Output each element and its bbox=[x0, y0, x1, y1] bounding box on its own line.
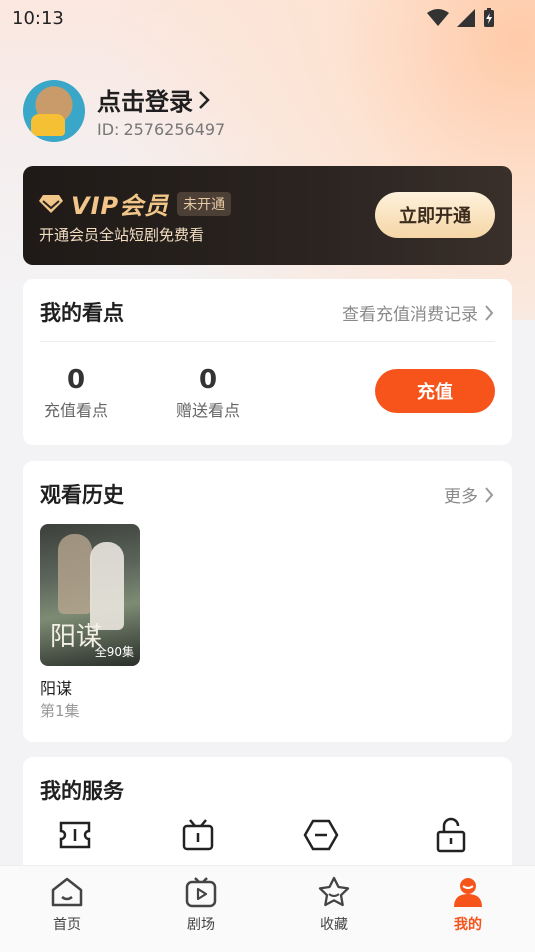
status-time: 10:13 bbox=[12, 8, 64, 29]
drama-episode: 第1集 bbox=[40, 702, 80, 720]
history-title: 观看历史 bbox=[40, 483, 124, 507]
tab-mine[interactable]: 我的 bbox=[428, 874, 508, 934]
vip-open-button[interactable]: 立即开通 bbox=[375, 192, 495, 238]
history-more-link[interactable]: 更多 bbox=[444, 482, 494, 507]
profile-icon bbox=[428, 874, 508, 910]
vip-title-row: VIP会员 未开通 bbox=[39, 186, 232, 221]
profile-header[interactable]: 点击登录 ID: 2576256497 bbox=[23, 80, 503, 142]
bottom-tab-bar: 首页 剧场 收藏 我的 bbox=[0, 865, 535, 952]
points-card: 我的看点 查看充值消费记录 0 充值看点 0 赠送看点 充值 bbox=[23, 279, 512, 445]
tab-home[interactable]: 首页 bbox=[27, 874, 107, 934]
tab-theater-label: 剧场 bbox=[187, 917, 215, 933]
battery-icon bbox=[484, 8, 494, 27]
recharge-points-value: 0 bbox=[66, 365, 86, 395]
tab-favorites[interactable]: 收藏 bbox=[294, 874, 374, 934]
history-card: 观看历史 更多 阳谋 全90集 阳谋 第1集 bbox=[23, 461, 512, 742]
chevron-right-icon bbox=[485, 486, 494, 503]
minus-badge-icon[interactable] bbox=[301, 815, 341, 855]
history-more-label[interactable]: 更多 bbox=[444, 482, 478, 507]
drama-title[interactable]: 阳谋 bbox=[40, 675, 72, 699]
login-link[interactable]: 点击登录 bbox=[97, 82, 211, 117]
status-bar: 10:13 bbox=[0, 0, 535, 36]
recharge-points-stat: 0 充值看点 bbox=[31, 365, 121, 421]
header-background bbox=[0, 0, 535, 320]
records-link-label[interactable]: 查看充值消费记录 bbox=[342, 300, 478, 325]
vip-banner[interactable]: VIP会员 未开通 开通会员全站短剧免费看 立即开通 bbox=[23, 166, 512, 265]
points-title: 我的看点 bbox=[40, 301, 124, 325]
signal-icon bbox=[457, 9, 475, 27]
ticket-icon[interactable] bbox=[55, 815, 95, 855]
vip-title: VIP会员 bbox=[71, 192, 170, 220]
episode-count-badge: 全90集 bbox=[94, 645, 134, 659]
vip-status-badge: 未开通 bbox=[177, 191, 232, 216]
vip-description: 开通会员全站短剧免费看 bbox=[39, 226, 205, 244]
tab-home-label: 首页 bbox=[53, 917, 81, 933]
tab-theater[interactable]: 剧场 bbox=[161, 874, 241, 934]
play-screen-icon bbox=[161, 874, 241, 910]
services-row bbox=[23, 815, 512, 855]
chevron-right-icon bbox=[485, 304, 494, 321]
services-title: 我的服务 bbox=[40, 779, 124, 803]
services-card: 我的服务 bbox=[23, 757, 512, 877]
recharge-button[interactable]: 充值 bbox=[375, 369, 495, 413]
star-icon bbox=[294, 874, 374, 910]
user-id: ID: 2576256497 bbox=[97, 120, 225, 139]
tab-favorites-label: 收藏 bbox=[320, 917, 348, 933]
chevron-right-icon bbox=[199, 90, 210, 109]
gift-points-label: 赠送看点 bbox=[175, 401, 240, 420]
tv-icon[interactable] bbox=[178, 815, 218, 855]
recharge-points-label: 充值看点 bbox=[43, 401, 108, 420]
diamond-icon bbox=[39, 194, 63, 213]
login-text[interactable]: 点击登录 bbox=[97, 82, 193, 117]
user-id-value: 2576256497 bbox=[123, 120, 226, 139]
tab-mine-label: 我的 bbox=[454, 917, 482, 933]
avatar[interactable] bbox=[23, 80, 85, 142]
drama-poster[interactable]: 阳谋 全90集 bbox=[40, 524, 140, 666]
gift-points-stat: 0 赠送看点 bbox=[163, 365, 253, 421]
user-id-label: ID: bbox=[97, 120, 120, 139]
divider bbox=[40, 341, 495, 342]
unlock-icon[interactable] bbox=[431, 815, 471, 855]
home-icon bbox=[27, 874, 107, 910]
gift-points-value: 0 bbox=[198, 365, 218, 395]
records-link[interactable]: 查看充值消费记录 bbox=[342, 300, 494, 325]
wifi-icon bbox=[427, 9, 449, 26]
status-icons bbox=[427, 8, 495, 28]
